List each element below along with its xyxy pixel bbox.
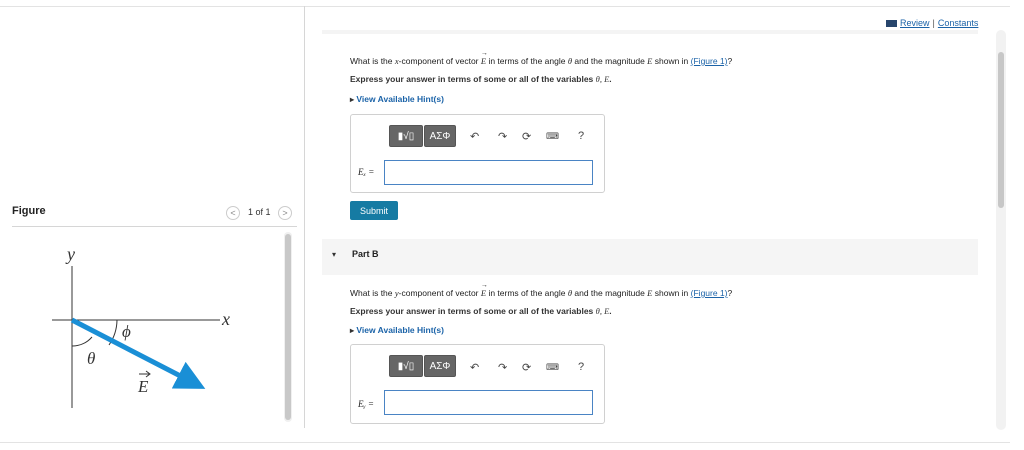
vector-arrow-icon: → <box>480 49 488 57</box>
question-end: ? <box>727 288 733 298</box>
vector-e-symbol: E → <box>480 49 488 66</box>
part-a-top-bar <box>322 30 978 34</box>
templates-button[interactable]: ▮√▯ <box>389 355 423 377</box>
ey-answer-input[interactable] <box>384 390 593 415</box>
y-axis-label: y <box>65 244 75 264</box>
phi-label: ϕ <box>122 322 131 341</box>
part-b-header[interactable] <box>322 239 978 275</box>
instruction-text: Express your answer in terms of some or … <box>350 74 596 84</box>
undo-icon[interactable]: ↶ <box>470 361 479 374</box>
keyboard-icon[interactable]: ⌨ <box>546 131 559 142</box>
vector-e-label: E <box>137 377 149 396</box>
bottom-divider <box>0 442 1010 443</box>
vector-e-symbol: E → <box>480 281 488 298</box>
question-text: -component of vector <box>398 56 481 66</box>
constants-link[interactable]: Constants <box>938 18 979 28</box>
part-b-hint-toggle[interactable]: ▸ View Available Hint(s) <box>350 325 444 335</box>
caret-down-icon: ▾ <box>332 250 337 259</box>
main-scrollbar-thumb[interactable] <box>998 52 1004 208</box>
reset-icon[interactable]: ⟳ <box>522 361 531 374</box>
hint-label: View Available Hint(s) <box>356 325 444 335</box>
figure-count: 1 of 1 <box>248 207 271 217</box>
instruction-end: . <box>609 306 612 316</box>
x-axis-label: x <box>221 309 230 329</box>
instruction-text: Express your answer in terms of some or … <box>350 306 596 316</box>
figure-separator <box>12 226 297 227</box>
question-text: in terms of the angle <box>486 288 568 298</box>
redo-icon[interactable]: ↷ <box>498 361 507 374</box>
reset-icon[interactable]: ⟳ <box>522 130 531 143</box>
help-icon[interactable]: ? <box>578 361 584 373</box>
pane-divider <box>304 6 305 428</box>
instruction-vars: θ, E <box>595 306 610 316</box>
figure-next-button[interactable]: > <box>278 206 292 220</box>
chevron-left-icon: < <box>230 208 236 218</box>
figure-link[interactable]: (Figure 1) <box>691 56 728 66</box>
symbols-icon: ΑΣΦ <box>429 360 451 372</box>
question-text: What is the <box>350 56 395 66</box>
redo-icon[interactable]: ↷ <box>498 130 507 143</box>
caret-right-icon: ▸ <box>350 326 355 335</box>
symbols-button[interactable]: ΑΣΦ <box>424 125 456 147</box>
part-a-hint-toggle[interactable]: ▸ View Available Hint(s) <box>350 94 444 104</box>
keyboard-icon[interactable]: ⌨ <box>546 362 559 373</box>
review-link[interactable]: Review <box>900 18 930 28</box>
figure-prev-button[interactable]: < <box>226 206 240 220</box>
symbols-button[interactable]: ΑΣΦ <box>424 355 456 377</box>
figure-title: Figure <box>12 205 46 217</box>
ey-label: Eᵧ = <box>358 399 374 409</box>
question-text: and the magnitude <box>572 56 648 66</box>
hint-label: View Available Hint(s) <box>356 94 444 104</box>
ex-label: Eₓ = <box>358 167 375 177</box>
question-text: shown in <box>652 288 691 298</box>
figure-scrollbar-thumb[interactable] <box>285 234 291 420</box>
vector-diagram: y x ϕ θ E <box>52 244 230 408</box>
vector-e-letter: E <box>480 56 487 66</box>
question-end: ? <box>727 56 733 66</box>
top-divider <box>0 6 1010 7</box>
question-text: and the magnitude <box>572 288 648 298</box>
symbols-icon: ΑΣΦ <box>429 130 451 142</box>
part-a-instruction: Express your answer in terms of some or … <box>350 74 612 84</box>
undo-icon[interactable]: ↶ <box>470 130 479 143</box>
caret-right-icon: ▸ <box>350 95 355 104</box>
instruction-vars: θ, E <box>595 74 610 84</box>
review-constants-bar: Review | Constants <box>886 18 978 28</box>
submit-button[interactable]: Submit <box>350 201 398 220</box>
chevron-right-icon: > <box>282 208 288 218</box>
question-text: -component of vector <box>398 288 481 298</box>
theta-arc <box>71 336 93 347</box>
help-icon[interactable]: ? <box>578 130 584 142</box>
review-icon <box>886 19 897 27</box>
part-b-instruction: Express your answer in terms of some or … <box>350 306 612 316</box>
instruction-end: . <box>609 74 612 84</box>
vector-e-letter: E <box>480 288 487 298</box>
question-text: in terms of the angle <box>486 56 568 66</box>
templates-icon: ▮√▯ <box>397 130 415 142</box>
question-text: What is the <box>350 288 395 298</box>
theta-label: θ <box>87 349 95 368</box>
vector-arrow-icon: → <box>480 281 488 289</box>
figure-link[interactable]: (Figure 1) <box>691 288 728 298</box>
part-a-question: What is the x-component of vector E → in … <box>350 49 733 66</box>
ex-answer-input[interactable] <box>384 160 593 185</box>
header-separator: | <box>932 18 935 28</box>
part-b-question: What is the y-component of vector E → in … <box>350 281 733 298</box>
templates-button[interactable]: ▮√▯ <box>389 125 423 147</box>
part-b-label: Part B <box>352 249 379 259</box>
templates-icon: ▮√▯ <box>397 360 415 372</box>
question-text: shown in <box>652 56 691 66</box>
